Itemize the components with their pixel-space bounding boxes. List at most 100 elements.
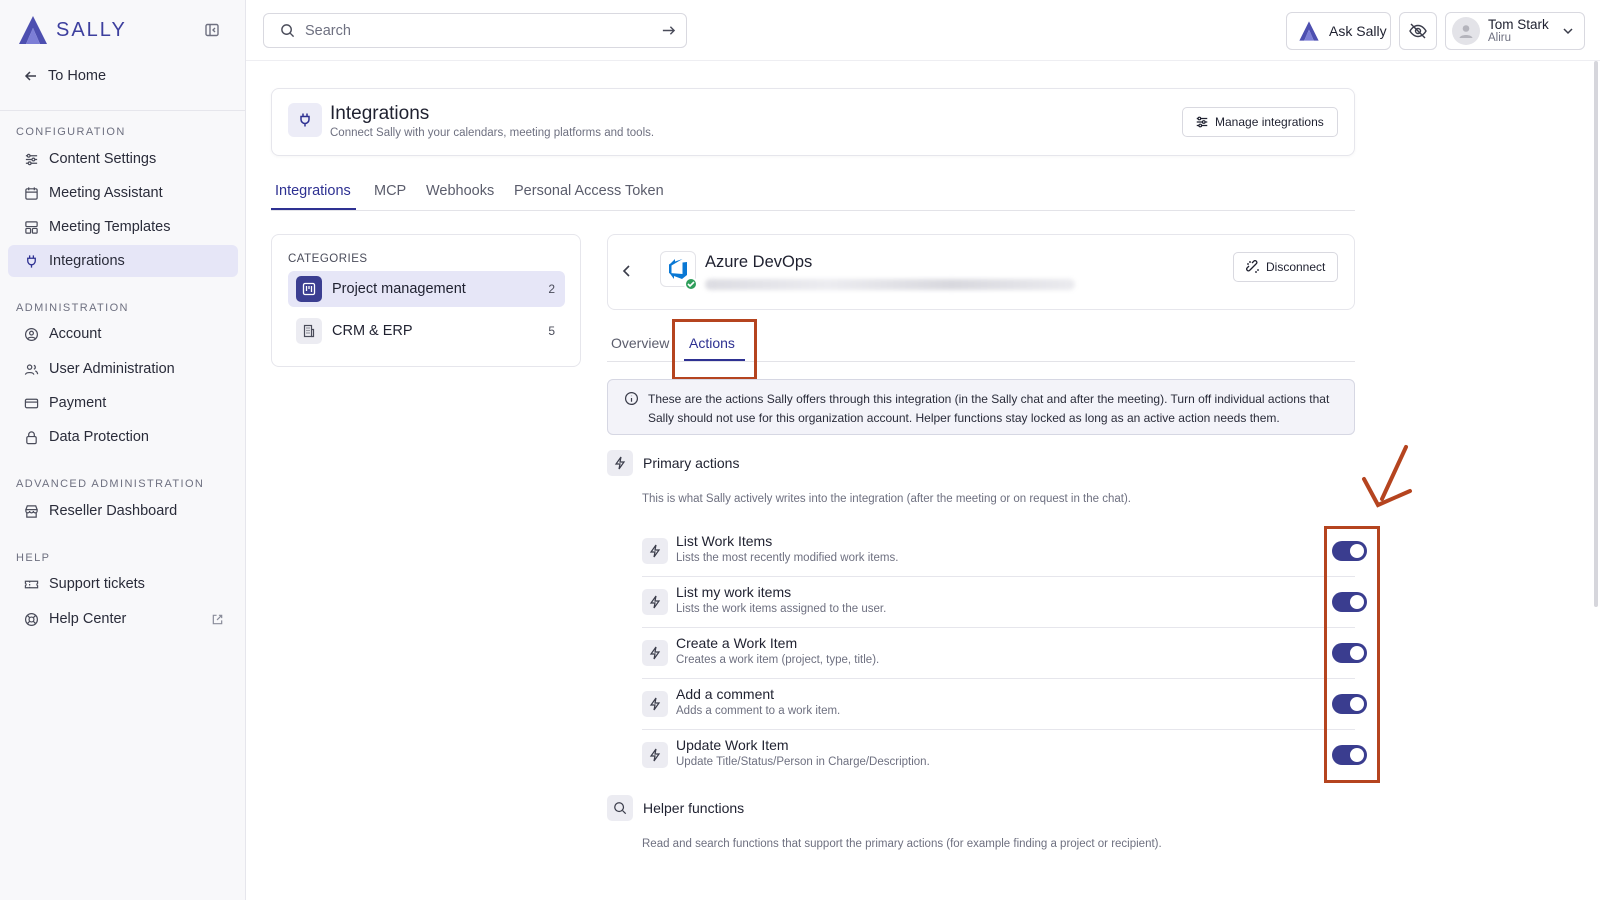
annotation-highlight-actions-tab <box>672 319 757 380</box>
sidebar-item-label: Content Settings <box>49 151 157 167</box>
calendar-icon <box>25 186 38 200</box>
arrow-right-icon[interactable] <box>661 23 676 38</box>
lightning-icon <box>642 691 668 717</box>
primary-actions-title: Primary actions <box>643 455 740 471</box>
user-name: Tom Stark <box>1488 17 1549 32</box>
ask-sally-label: Ask Sally <box>1329 23 1387 39</box>
arrow-left-icon <box>24 71 36 81</box>
action-description: Adds a comment to a work item. <box>676 705 841 717</box>
category-project-management[interactable]: Project management 2 <box>288 271 565 307</box>
lightning-icon <box>642 538 668 564</box>
credit-card-icon <box>24 398 39 408</box>
main-content: Integrations Connect Sally with your cal… <box>246 60 1600 900</box>
sliders-icon <box>25 153 38 165</box>
plug-icon <box>288 103 322 137</box>
action-title: List Work Items <box>676 533 773 549</box>
sidebar: SALLY To Home CONFIGURATION Content Sett… <box>0 0 246 900</box>
sidebar-item-label: Account <box>49 326 102 342</box>
lightning-icon <box>642 742 668 768</box>
action-row: Update Work Item Update Title/Status/Per… <box>642 730 1367 781</box>
sidebar-item-content-settings[interactable]: Content Settings <box>8 143 238 175</box>
integration-title: Azure DevOps <box>705 253 813 271</box>
section-label-advanced-administration: ADVANCED ADMINISTRATION <box>16 478 205 490</box>
sidebar-item-integrations[interactable]: Integrations <box>8 245 238 277</box>
sidebar-item-meeting-assistant[interactable]: Meeting Assistant <box>8 177 238 209</box>
external-link-icon <box>212 614 223 624</box>
brand-logo[interactable]: SALLY <box>16 14 127 46</box>
user-menu-button[interactable]: Tom Stark Aliru <box>1445 12 1585 50</box>
action-description: Update Title/Status/Person in Charge/Des… <box>676 756 930 768</box>
search-box[interactable] <box>263 13 687 48</box>
sidebar-item-label: Meeting Templates <box>49 219 171 235</box>
action-title: Create a Work Item <box>676 635 798 651</box>
kanban-icon <box>296 276 322 302</box>
search-icon <box>607 795 633 821</box>
lightning-icon <box>642 589 668 615</box>
tab-overview[interactable]: Overview <box>611 335 669 351</box>
category-crm-erp[interactable]: CRM & ERP 5 <box>288 313 565 349</box>
sidebar-item-user-administration[interactable]: User Administration <box>8 353 238 385</box>
chevron-down-icon <box>1563 28 1573 35</box>
helper-functions-title: Helper functions <box>643 800 745 816</box>
sidebar-item-label: Meeting Assistant <box>49 185 163 201</box>
user-circle-icon <box>24 327 39 341</box>
disconnect-button[interactable]: Disconnect <box>1233 252 1338 282</box>
info-banner: These are the actions Sally offers throu… <box>607 379 1355 435</box>
redacted-connection-info <box>705 279 1075 290</box>
building-icon <box>296 318 322 344</box>
sidebar-item-meeting-templates[interactable]: Meeting Templates <box>8 211 238 243</box>
disconnect-label: Disconnect <box>1266 260 1326 274</box>
action-description: Lists the most recently modified work it… <box>676 552 899 564</box>
page-subtitle: Connect Sally with your calendars, meeti… <box>330 127 655 139</box>
ask-sally-button[interactable]: Ask Sally <box>1286 12 1391 50</box>
sliders-icon <box>1196 116 1208 128</box>
plug-icon <box>27 254 36 268</box>
sidebar-item-label: Help Center <box>49 611 127 627</box>
to-home-link[interactable]: To Home <box>24 68 106 84</box>
chevron-left-icon[interactable] <box>620 263 634 279</box>
section-label-help: HELP <box>16 552 51 564</box>
sidebar-item-data-protection[interactable]: Data Protection <box>8 421 238 453</box>
manage-integrations-label: Manage integrations <box>1215 115 1324 129</box>
visibility-toggle-button[interactable] <box>1399 12 1437 50</box>
action-row: List Work Items Lists the most recently … <box>642 526 1367 577</box>
sidebar-item-label: User Administration <box>49 361 175 377</box>
helper-functions-description: Read and search functions that support t… <box>642 838 1162 850</box>
sidebar-item-help-center[interactable]: Help Center <box>8 603 238 635</box>
sidebar-item-reseller-dashboard[interactable]: Reseller Dashboard <box>8 495 238 527</box>
annotation-highlight-toggles <box>1324 526 1380 783</box>
tab-webhooks[interactable]: Webhooks <box>426 183 494 199</box>
sidebar-item-payment[interactable]: Payment <box>8 387 238 419</box>
action-title: List my work items <box>676 584 792 600</box>
action-row: Create a Work Item Creates a work item (… <box>642 628 1367 679</box>
tab-personal-access-token[interactable]: Personal Access Token <box>514 183 664 199</box>
tab-integrations[interactable]: Integrations <box>275 183 351 199</box>
ticket-icon <box>24 580 39 588</box>
lightning-icon <box>642 640 668 666</box>
category-count: 2 <box>548 282 555 296</box>
lock-icon <box>26 430 37 444</box>
tab-mcp[interactable]: MCP <box>374 183 406 199</box>
scrollbar[interactable] <box>1594 61 1598 607</box>
manage-integrations-button[interactable]: Manage integrations <box>1182 107 1338 137</box>
brand-name: SALLY <box>56 18 127 41</box>
page-header-card: Integrations Connect Sally with your cal… <box>271 88 1355 156</box>
sidebar-item-account[interactable]: Account <box>8 318 238 350</box>
store-icon <box>25 504 38 518</box>
sally-logo-icon <box>19 16 47 44</box>
avatar <box>1452 17 1480 45</box>
sidebar-divider <box>0 110 245 111</box>
search-input[interactable] <box>305 22 645 39</box>
sidebar-item-support-tickets[interactable]: Support tickets <box>8 568 238 600</box>
sidebar-item-label: Integrations <box>49 253 125 269</box>
lightning-icon <box>607 450 633 476</box>
search-icon <box>281 24 295 38</box>
top-bar: Ask Sally Tom Stark Aliru <box>246 0 1600 60</box>
action-title: Update Work Item <box>676 737 789 753</box>
template-icon <box>25 220 38 234</box>
unlink-icon <box>1246 260 1259 273</box>
eye-off-icon <box>1409 23 1427 39</box>
sally-logo-icon <box>1299 21 1319 41</box>
collapse-sidebar-icon[interactable] <box>204 22 222 40</box>
sidebar-item-label: Support tickets <box>49 576 145 592</box>
